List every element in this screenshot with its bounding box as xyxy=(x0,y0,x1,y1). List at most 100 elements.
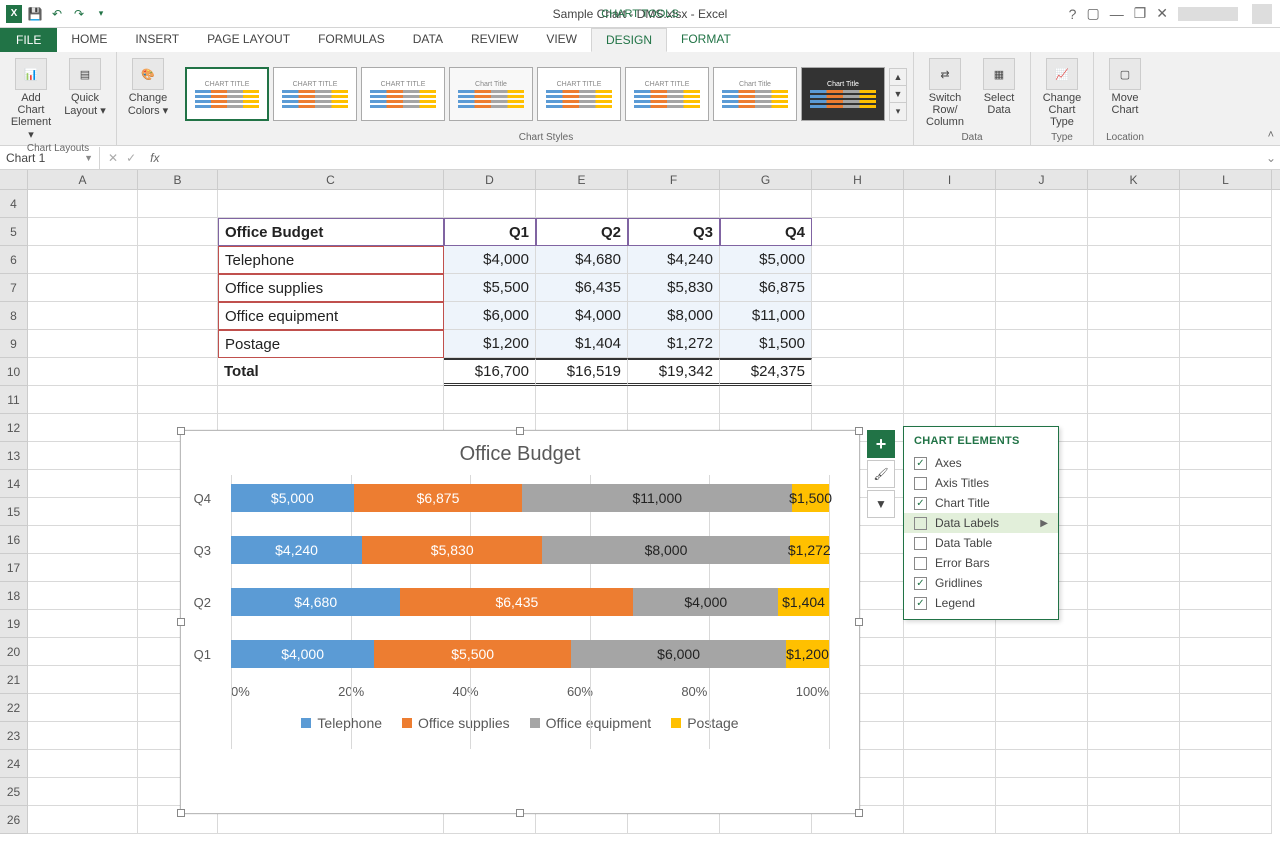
data-label[interactable]: $1,404 xyxy=(778,588,829,616)
cell-B6[interactable] xyxy=(138,246,218,274)
row-header-10[interactable]: 10 xyxy=(0,358,28,386)
cell-A12[interactable] xyxy=(28,414,138,442)
data-label[interactable]: $4,240 xyxy=(231,536,362,564)
cell-A24[interactable] xyxy=(28,750,138,778)
cell-K5[interactable] xyxy=(1088,218,1180,246)
chart-element-axes[interactable]: ✓Axes xyxy=(904,453,1058,473)
resize-handle[interactable] xyxy=(177,618,185,626)
cell-K18[interactable] xyxy=(1088,582,1180,610)
cell-D6[interactable]: $4,000 xyxy=(444,246,536,274)
enter-icon[interactable]: ✓ xyxy=(126,151,136,165)
chart-element-error-bars[interactable]: Error Bars xyxy=(904,553,1058,573)
chart-filters-button[interactable]: ▼ xyxy=(867,490,895,518)
cell-G4[interactable] xyxy=(720,190,812,218)
checkbox[interactable] xyxy=(914,537,927,550)
cell-K26[interactable] xyxy=(1088,806,1180,834)
cell-H5[interactable] xyxy=(812,218,904,246)
checkbox[interactable]: ✓ xyxy=(914,497,927,510)
chart-style-1[interactable]: CHART TITLE xyxy=(185,67,269,121)
cell-C8[interactable]: Office equipment xyxy=(218,302,444,330)
cell-E6[interactable]: $4,680 xyxy=(536,246,628,274)
data-label[interactable]: $1,272 xyxy=(790,536,829,564)
user-avatar-icon[interactable] xyxy=(1252,4,1272,24)
chart-element-data-labels[interactable]: Data Labels▶ xyxy=(904,513,1058,533)
row-header-5[interactable]: 5 xyxy=(0,218,28,246)
cell-A26[interactable] xyxy=(28,806,138,834)
bar-row-Q1[interactable]: Q1$4,000$5,500$6,000$1,200 xyxy=(231,628,829,680)
resize-handle[interactable] xyxy=(516,427,524,435)
cell-H10[interactable] xyxy=(812,358,904,386)
cell-B8[interactable] xyxy=(138,302,218,330)
cell-J5[interactable] xyxy=(996,218,1088,246)
row-header-19[interactable]: 19 xyxy=(0,610,28,638)
cell-K21[interactable] xyxy=(1088,666,1180,694)
cell-E5[interactable]: Q2 xyxy=(536,218,628,246)
cell-L17[interactable] xyxy=(1180,554,1272,582)
expand-formula-bar-icon[interactable]: ⌄ xyxy=(1262,151,1280,165)
row-header-4[interactable]: 4 xyxy=(0,190,28,218)
cell-A10[interactable] xyxy=(28,358,138,386)
tab-design[interactable]: DESIGN xyxy=(591,28,667,52)
data-label[interactable]: $11,000 xyxy=(522,484,792,512)
cell-K24[interactable] xyxy=(1088,750,1180,778)
cell-E9[interactable]: $1,404 xyxy=(536,330,628,358)
cell-A6[interactable] xyxy=(28,246,138,274)
cell-L19[interactable] xyxy=(1180,610,1272,638)
cell-C11[interactable] xyxy=(218,386,444,414)
cell-I11[interactable] xyxy=(904,386,996,414)
resize-handle[interactable] xyxy=(516,809,524,817)
cell-A14[interactable] xyxy=(28,470,138,498)
resize-handle[interactable] xyxy=(177,809,185,817)
cell-A13[interactable] xyxy=(28,442,138,470)
cell-K13[interactable] xyxy=(1088,442,1180,470)
redo-icon[interactable]: ↷ xyxy=(70,5,88,23)
data-label[interactable]: $1,500 xyxy=(792,484,829,512)
cell-A5[interactable] xyxy=(28,218,138,246)
row-header-23[interactable]: 23 xyxy=(0,722,28,750)
cell-J20[interactable] xyxy=(996,638,1088,666)
row-header-12[interactable]: 12 xyxy=(0,414,28,442)
cell-A20[interactable] xyxy=(28,638,138,666)
cell-L15[interactable] xyxy=(1180,498,1272,526)
cell-F6[interactable]: $4,240 xyxy=(628,246,720,274)
resize-handle[interactable] xyxy=(855,618,863,626)
col-header-B[interactable]: B xyxy=(138,170,218,189)
save-icon[interactable]: 💾 xyxy=(26,5,44,23)
chart-elements-button[interactable]: + xyxy=(867,430,895,458)
cell-L11[interactable] xyxy=(1180,386,1272,414)
chart-element-legend[interactable]: ✓Legend xyxy=(904,593,1058,613)
cell-A4[interactable] xyxy=(28,190,138,218)
cell-F4[interactable] xyxy=(628,190,720,218)
data-label[interactable]: $5,000 xyxy=(231,484,354,512)
gallery-up-icon[interactable]: ▲ xyxy=(890,69,906,86)
cell-J4[interactable] xyxy=(996,190,1088,218)
cell-B11[interactable] xyxy=(138,386,218,414)
cell-K22[interactable] xyxy=(1088,694,1180,722)
col-header-L[interactable]: L xyxy=(1180,170,1272,189)
data-label[interactable]: $5,500 xyxy=(374,640,571,668)
cell-D9[interactable]: $1,200 xyxy=(444,330,536,358)
cell-B5[interactable] xyxy=(138,218,218,246)
tab-insert[interactable]: INSERT xyxy=(121,28,193,52)
plot-area[interactable]: Q4$5,000$6,875$11,000$1,500Q3$4,240$5,83… xyxy=(181,472,859,680)
chart-element-axis-titles[interactable]: Axis Titles xyxy=(904,473,1058,493)
data-label[interactable]: $4,000 xyxy=(231,640,374,668)
cell-F11[interactable] xyxy=(628,386,720,414)
chart-element-gridlines[interactable]: ✓Gridlines xyxy=(904,573,1058,593)
cell-A18[interactable] xyxy=(28,582,138,610)
row-header-17[interactable]: 17 xyxy=(0,554,28,582)
row-header-6[interactable]: 6 xyxy=(0,246,28,274)
data-label[interactable]: $4,000 xyxy=(633,588,778,616)
cell-J23[interactable] xyxy=(996,722,1088,750)
tab-formulas[interactable]: FORMULAS xyxy=(304,28,399,52)
cell-I10[interactable] xyxy=(904,358,996,386)
cell-G8[interactable]: $11,000 xyxy=(720,302,812,330)
col-header-A[interactable]: A xyxy=(28,170,138,189)
cell-A17[interactable] xyxy=(28,554,138,582)
bar-row-Q2[interactable]: Q2$4,680$6,435$4,000$1,404 xyxy=(231,576,829,628)
bar-row-Q3[interactable]: Q3$4,240$5,830$8,000$1,272 xyxy=(231,524,829,576)
chart-styles-button[interactable]: 🖌 xyxy=(867,460,895,488)
chevron-right-icon[interactable]: ▶ xyxy=(1040,518,1048,529)
cell-C6[interactable]: Telephone xyxy=(218,246,444,274)
chart-style-6[interactable]: CHART TITLE xyxy=(625,67,709,121)
